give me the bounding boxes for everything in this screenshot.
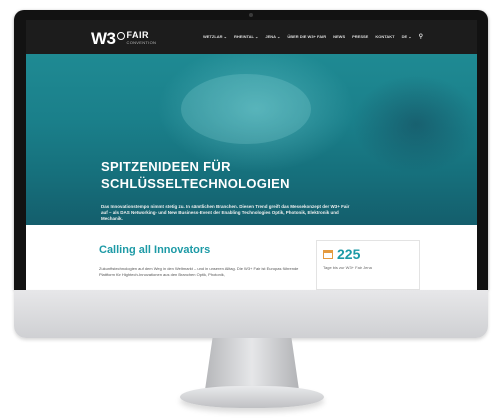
monitor-stand-base	[180, 386, 324, 408]
calendar-icon	[323, 250, 333, 259]
menu-item-rheintal[interactable]: RHEINTAL ⌄	[234, 34, 258, 40]
monitor-stand-neck	[205, 338, 299, 390]
site-logo[interactable]: W3 FAIR CONVENTION	[91, 29, 156, 49]
menu-item-jena[interactable]: JENA ⌄	[265, 34, 280, 40]
content-section: Calling all Innovators Zukunftstechnolog…	[26, 225, 477, 290]
search-icon[interactable]: ⚲	[419, 33, 423, 40]
hero-title-line2: SCHLÜSSELTECHNOLOGIEN	[101, 176, 290, 191]
hero-banner: SPITZENIDEEN FÜR SCHLÜSSELTECHNOLOGIEN D…	[26, 54, 477, 225]
menu-item-wetzlar[interactable]: WETZLAR ⌄	[203, 34, 227, 40]
menu-item-about[interactable]: ÜBER DIE W3+ FAIR	[287, 34, 326, 40]
camera-dot	[249, 13, 253, 17]
monitor-screen: W3 FAIR CONVENTION WETZLAR ⌄ RHEINTAL ⌄ …	[26, 20, 477, 290]
section-text: Zukunftstechnologien auf dem Weg in den …	[99, 266, 299, 277]
logo-ring-icon	[116, 32, 125, 40]
hero-background-glow	[181, 74, 311, 144]
language-selector[interactable]: DE ⌄	[402, 34, 412, 40]
logo-text: FAIR CONVENTION	[126, 30, 157, 46]
hero-text: Das Innovationstempo nimmt stetig zu. In…	[101, 204, 350, 221]
main-menu: WETZLAR ⌄ RHEINTAL ⌄ JENA ⌄ ÜBER DIE W3+…	[203, 34, 423, 40]
logo-w3: W3	[91, 29, 116, 48]
site-navbar: W3 FAIR CONVENTION WETZLAR ⌄ RHEINTAL ⌄ …	[26, 20, 477, 54]
countdown-number: 225	[337, 246, 361, 262]
countdown-label: Tage bis zur W3+ Fair Jena	[323, 265, 372, 270]
section-heading: Calling all Innovators	[99, 244, 211, 256]
logo-convention: CONVENTION	[126, 40, 157, 45]
countdown-box: 225 Tage bis zur W3+ Fair Jena	[316, 240, 420, 290]
hero-title-line1: SPITZENIDEEN FÜR	[101, 159, 231, 174]
logo-fair: FAIR	[126, 30, 150, 40]
menu-item-presse[interactable]: PRESSE	[352, 34, 368, 40]
menu-item-news[interactable]: NEWS	[333, 34, 345, 40]
hero-title: SPITZENIDEEN FÜR SCHLÜSSELTECHNOLOGIEN	[101, 158, 290, 192]
monitor-chin	[14, 290, 488, 338]
menu-item-kontakt[interactable]: KONTAKT	[375, 34, 394, 40]
